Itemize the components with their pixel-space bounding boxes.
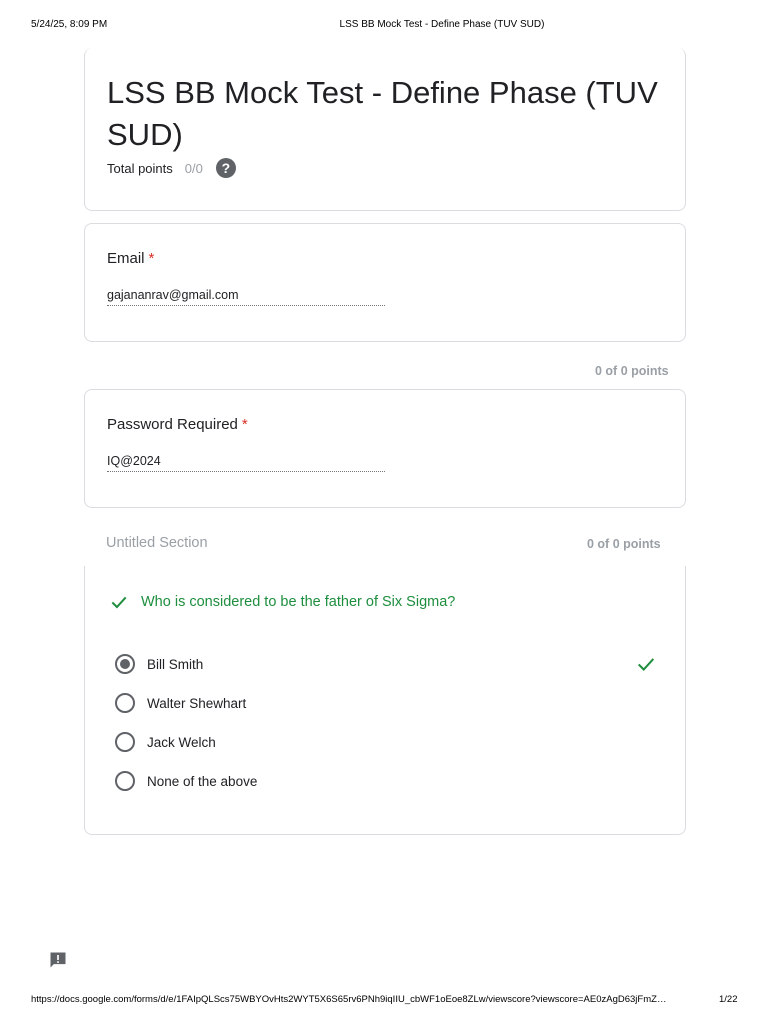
total-points-value: 0/0 <box>184 160 203 176</box>
option-bill-smith[interactable]: Bill Smith <box>115 654 203 674</box>
password-label: Password Required * <box>107 416 248 433</box>
total-points: Total points 0/0 ? <box>107 158 236 178</box>
correct-check-icon <box>637 658 655 671</box>
radio-unselected[interactable] <box>115 693 135 713</box>
radio-unselected[interactable] <box>115 732 135 752</box>
password-card: Password Required * IQ@2024 <box>84 389 686 508</box>
email-label: Email * <box>107 250 154 267</box>
print-header: 5/24/25, 8:09 PM LSS BB Mock Test - Defi… <box>0 19 768 33</box>
print-doc-title: LSS BB Mock Test - Define Phase (TUV SUD… <box>339 19 545 30</box>
question-title: Who is considered to be the father of Si… <box>109 592 455 612</box>
radio-selected[interactable] <box>115 654 135 674</box>
form-title: LSS BB Mock Test - Define Phase (TUV SUD… <box>107 75 658 152</box>
email-card: Email * gajananrav@gmail.com <box>84 223 686 342</box>
required-mark: * <box>241 416 248 433</box>
password-value: IQ@2024 <box>107 454 385 472</box>
section-points: 0 of 0 points <box>587 537 661 551</box>
option-none-of-the-above[interactable]: None of the above <box>115 771 257 791</box>
feedback-icon[interactable] <box>48 950 68 970</box>
print-page-number: 1/22 <box>719 994 738 1005</box>
email-value: gajananrav@gmail.com <box>107 288 385 306</box>
help-circle-icon[interactable]: ? <box>215 158 236 178</box>
option-label: Walter Shewhart <box>147 695 247 711</box>
password-points: 0 of 0 points <box>595 364 669 378</box>
section-title: Untitled Section <box>106 535 208 551</box>
option-walter-shewhart[interactable]: Walter Shewhart <box>115 693 246 713</box>
check-icon <box>111 596 127 609</box>
password-label-text: Password Required <box>107 416 238 433</box>
total-points-label: Total points <box>107 160 173 176</box>
option-label: Bill Smith <box>147 656 204 672</box>
option-label: None of the above <box>147 773 258 789</box>
email-label-text: Email <box>107 250 145 267</box>
form-header-card: LSS BB Mock Test - Define Phase (TUV SUD… <box>84 48 686 211</box>
question-card: Who is considered to be the father of Si… <box>84 566 686 835</box>
required-mark: * <box>148 250 155 267</box>
print-url: https://docs.google.com/forms/d/e/1FAIpQ… <box>31 994 667 1005</box>
question-text: Who is considered to be the father of Si… <box>141 594 456 610</box>
radio-unselected[interactable] <box>115 771 135 791</box>
option-jack-welch[interactable]: Jack Welch <box>115 732 216 752</box>
option-label: Jack Welch <box>147 734 216 750</box>
